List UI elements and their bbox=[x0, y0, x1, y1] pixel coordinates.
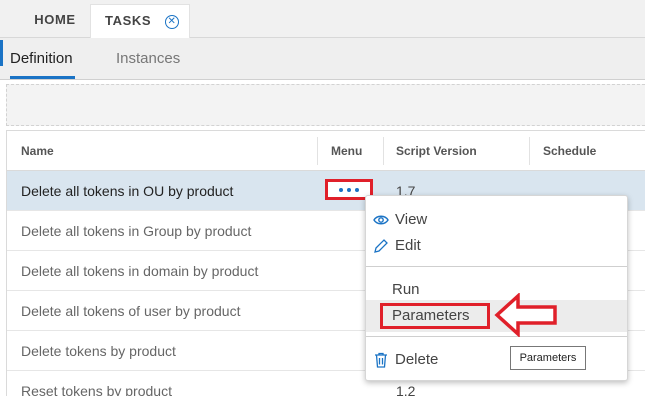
menu-item-view-label: View bbox=[395, 211, 428, 228]
pencil-icon bbox=[373, 233, 389, 259]
eye-icon bbox=[373, 207, 389, 233]
row-context-menu: View Edit Run Parameters Delete bbox=[365, 195, 628, 381]
tab-tasks[interactable]: TASKS ✕ bbox=[90, 4, 190, 38]
menu-separator bbox=[366, 266, 627, 267]
menu-item-delete-label: Delete bbox=[395, 351, 439, 368]
tab-tasks-label: TASKS bbox=[105, 13, 152, 28]
more-icon-dot bbox=[355, 188, 359, 192]
column-header-schedule[interactable]: Schedule bbox=[529, 137, 645, 165]
menu-item-edit-label: Edit bbox=[395, 237, 421, 254]
tooltip: Parameters bbox=[510, 346, 586, 370]
tab-instances[interactable]: Instances bbox=[116, 38, 180, 79]
column-header-name[interactable]: Name bbox=[21, 131, 54, 171]
menu-item-edit[interactable]: Edit bbox=[366, 233, 627, 259]
tab-definition[interactable]: Definition bbox=[10, 38, 75, 79]
column-header-menu[interactable]: Menu bbox=[317, 137, 383, 165]
sub-tab-bar: Definition Instances bbox=[0, 38, 645, 80]
tab-home[interactable]: HOME bbox=[20, 4, 90, 38]
column-header-script-version[interactable]: Script Version bbox=[383, 137, 529, 165]
left-accent-bar bbox=[0, 40, 3, 66]
menu-item-delete[interactable]: Delete bbox=[366, 347, 627, 373]
grid-header: Name Menu Script Version Schedule bbox=[7, 131, 645, 171]
menu-item-parameters-label: Parameters bbox=[392, 307, 470, 324]
more-icon-dot bbox=[347, 188, 351, 192]
row-name: Delete tokens by product bbox=[21, 343, 176, 359]
row-name: Delete all tokens in domain by product bbox=[21, 263, 259, 279]
row-name: Delete all tokens of user by product bbox=[21, 303, 241, 319]
toolbar-area bbox=[6, 84, 645, 126]
row-name: Reset tokens by product bbox=[21, 383, 172, 396]
top-tab-bar: HOME TASKS ✕ bbox=[0, 0, 645, 38]
close-icon[interactable]: ✕ bbox=[165, 15, 179, 29]
more-icon bbox=[339, 188, 343, 192]
callout-arrow-icon bbox=[494, 293, 557, 337]
row-name: Delete all tokens in OU by product bbox=[21, 183, 234, 199]
menu-item-view[interactable]: View bbox=[366, 207, 627, 233]
trash-icon bbox=[373, 347, 389, 373]
row-name: Delete all tokens in Group by product bbox=[21, 223, 252, 239]
